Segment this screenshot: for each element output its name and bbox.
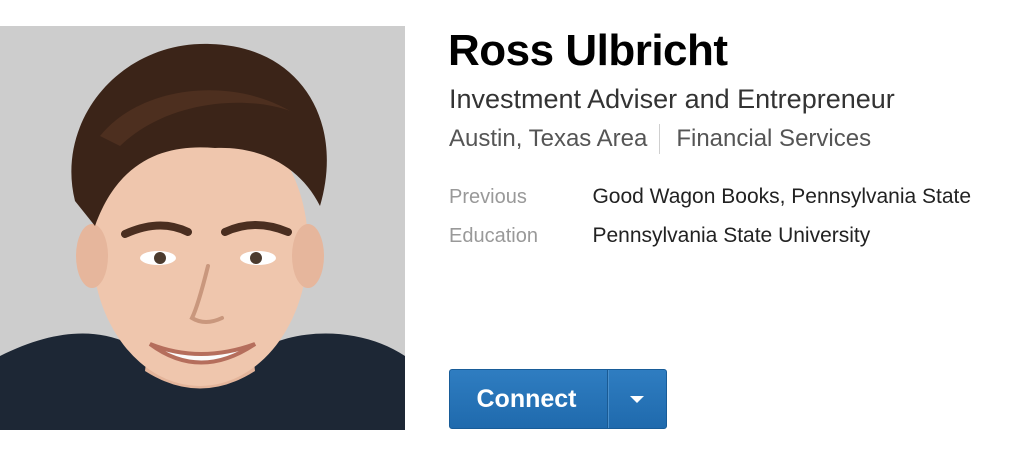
connect-dropdown-button[interactable] [608, 370, 666, 428]
education-value[interactable]: Pennsylvania State University [592, 224, 870, 247]
education-label: Education [449, 225, 538, 247]
connect-button[interactable]: Connect [450, 370, 607, 428]
previous-value[interactable]: Good Wagon Books, Pennsylvania State [592, 185, 971, 208]
profile-photo [0, 26, 405, 430]
previous-row: Previous Good Wagon Books, Pennsylvania … [449, 185, 971, 209]
education-row: Education Pennsylvania State University [449, 224, 870, 248]
caret-down-icon [630, 395, 644, 403]
previous-label: Previous [449, 186, 527, 208]
profile-headline: Investment Adviser and Entrepreneur [449, 84, 895, 114]
profile-meta: Austin, Texas Area Financial Services [449, 124, 871, 154]
profile-location[interactable]: Austin, Texas Area [449, 125, 647, 153]
meta-divider [659, 124, 661, 154]
profile-name: Ross Ulbricht [448, 26, 728, 75]
profile-industry[interactable]: Financial Services [676, 125, 871, 153]
connect-button-group: Connect [449, 369, 667, 429]
